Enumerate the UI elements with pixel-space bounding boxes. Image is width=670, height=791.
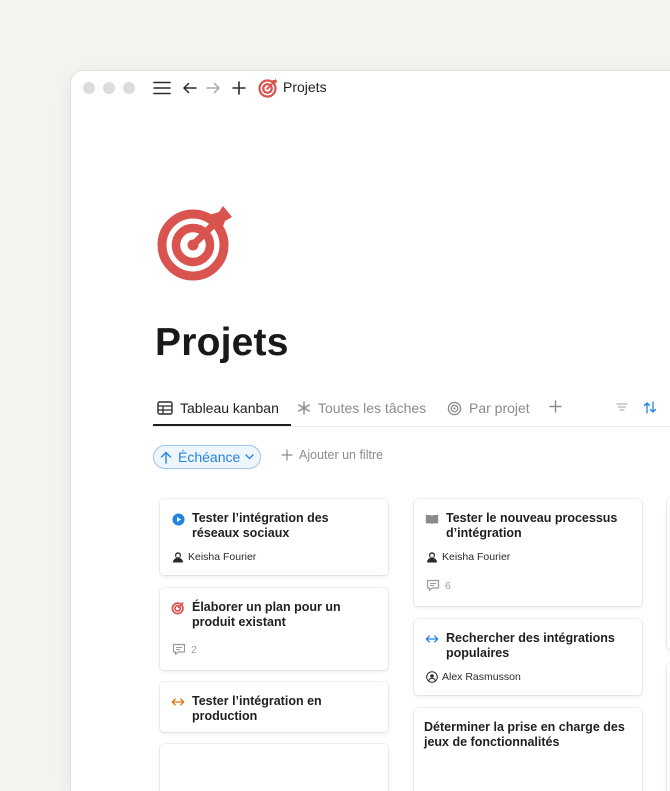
- view-tabs: Tableau kanban Toutes les tâches Par pro…: [153, 392, 670, 427]
- add-view-plus-icon[interactable]: [549, 400, 562, 413]
- arrows-horizontal-icon: [171, 695, 185, 709]
- add-filter-button[interactable]: Ajouter un filtre: [281, 448, 383, 462]
- active-tab-underline: [153, 424, 291, 426]
- card-comments: 6: [426, 579, 451, 592]
- comment-icon: [426, 579, 440, 592]
- card-assignee: Keisha Fourier: [426, 551, 510, 563]
- card-title: Tester l’intégration des réseaux sociaux: [192, 511, 329, 540]
- new-page-plus-icon[interactable]: [229, 77, 249, 99]
- plus-icon: [281, 449, 293, 461]
- minimize-window-button[interactable]: [103, 82, 115, 94]
- kanban-card[interactable]: [160, 744, 388, 791]
- tab-label: Toutes les tâches: [318, 400, 427, 416]
- chevron-down-icon: [245, 454, 254, 460]
- add-filter-label: Ajouter un filtre: [299, 448, 384, 462]
- kanban-card[interactable]: Tester l’intégration des réseaux sociaux…: [160, 499, 388, 575]
- forward-arrow-icon[interactable]: [203, 77, 223, 99]
- arrow-up-icon: [160, 451, 172, 464]
- card-assignee: Keisha Fourier: [172, 551, 256, 563]
- window-title: Projets: [283, 79, 327, 95]
- assignee-name: Alex Rasmusson: [442, 671, 521, 683]
- title-bar: Projets: [71, 71, 670, 105]
- card-title: Tester l’intégration en production: [192, 694, 322, 723]
- comment-count: 6: [445, 579, 451, 592]
- kanban-card[interactable]: Déterminer la prise en charge des jeux d…: [414, 708, 642, 791]
- zoom-window-button[interactable]: [123, 82, 135, 94]
- table-icon: [157, 401, 173, 415]
- card-title: Rechercher des intégrations populaires: [446, 631, 615, 660]
- kanban-card[interactable]: Élaborer un plan pour un produit existan…: [160, 588, 388, 670]
- arrows-horizontal-icon: [425, 632, 439, 646]
- avatar: [427, 552, 437, 563]
- filter-chip-label: Échéance: [178, 449, 241, 465]
- asterisk-icon: [297, 401, 311, 415]
- tab-label: Tableau kanban: [180, 400, 279, 416]
- tab-label: Par projet: [469, 400, 530, 416]
- filter-chip-echeance[interactable]: Échéance: [153, 445, 262, 469]
- avatar: [426, 671, 438, 683]
- close-window-button[interactable]: [83, 82, 95, 94]
- assignee-name: Keisha Fourier: [188, 551, 257, 563]
- tab-tableau-kanban[interactable]: Tableau kanban: [157, 400, 279, 416]
- kanban-card[interactable]: Tester le nouveau processus d’intégratio…: [414, 499, 642, 606]
- back-arrow-icon[interactable]: [179, 77, 199, 99]
- page-title[interactable]: Projets: [155, 321, 289, 365]
- avatar: [173, 552, 183, 563]
- app-window: Projets Projets Tableau kanban Toutes le…: [71, 71, 670, 791]
- tab-toutes-les-taches[interactable]: Toutes les tâches: [297, 400, 426, 416]
- assignee-name: Keisha Fourier: [442, 551, 511, 563]
- card-title: Élaborer un plan pour un produit existan…: [192, 600, 341, 629]
- kanban-card[interactable]: Tester l’intégration en production: [160, 682, 388, 732]
- play-icon: [171, 512, 185, 526]
- target-icon: [257, 77, 279, 99]
- tab-par-projet[interactable]: Par projet: [447, 400, 530, 416]
- sidebar-menu-icon[interactable]: [151, 77, 173, 99]
- sort-arrows-icon[interactable]: [643, 401, 657, 414]
- kanban-card[interactable]: Rechercher des intégrations populaires A…: [414, 619, 642, 695]
- target-icon: [171, 601, 185, 615]
- card-title: Tester le nouveau processus d’intégratio…: [446, 511, 618, 540]
- card-assignee: Alex Rasmusson: [426, 671, 521, 683]
- comment-icon: [172, 643, 186, 656]
- page-target-icon[interactable]: [155, 203, 235, 283]
- filter-lines-icon[interactable]: [616, 402, 628, 412]
- book-icon: [425, 512, 439, 526]
- card-comments: 2: [172, 643, 197, 656]
- target-circle-icon: [447, 401, 462, 416]
- comment-count: 2: [191, 643, 197, 656]
- card-title: Déterminer la prise en charge des jeux d…: [424, 720, 625, 749]
